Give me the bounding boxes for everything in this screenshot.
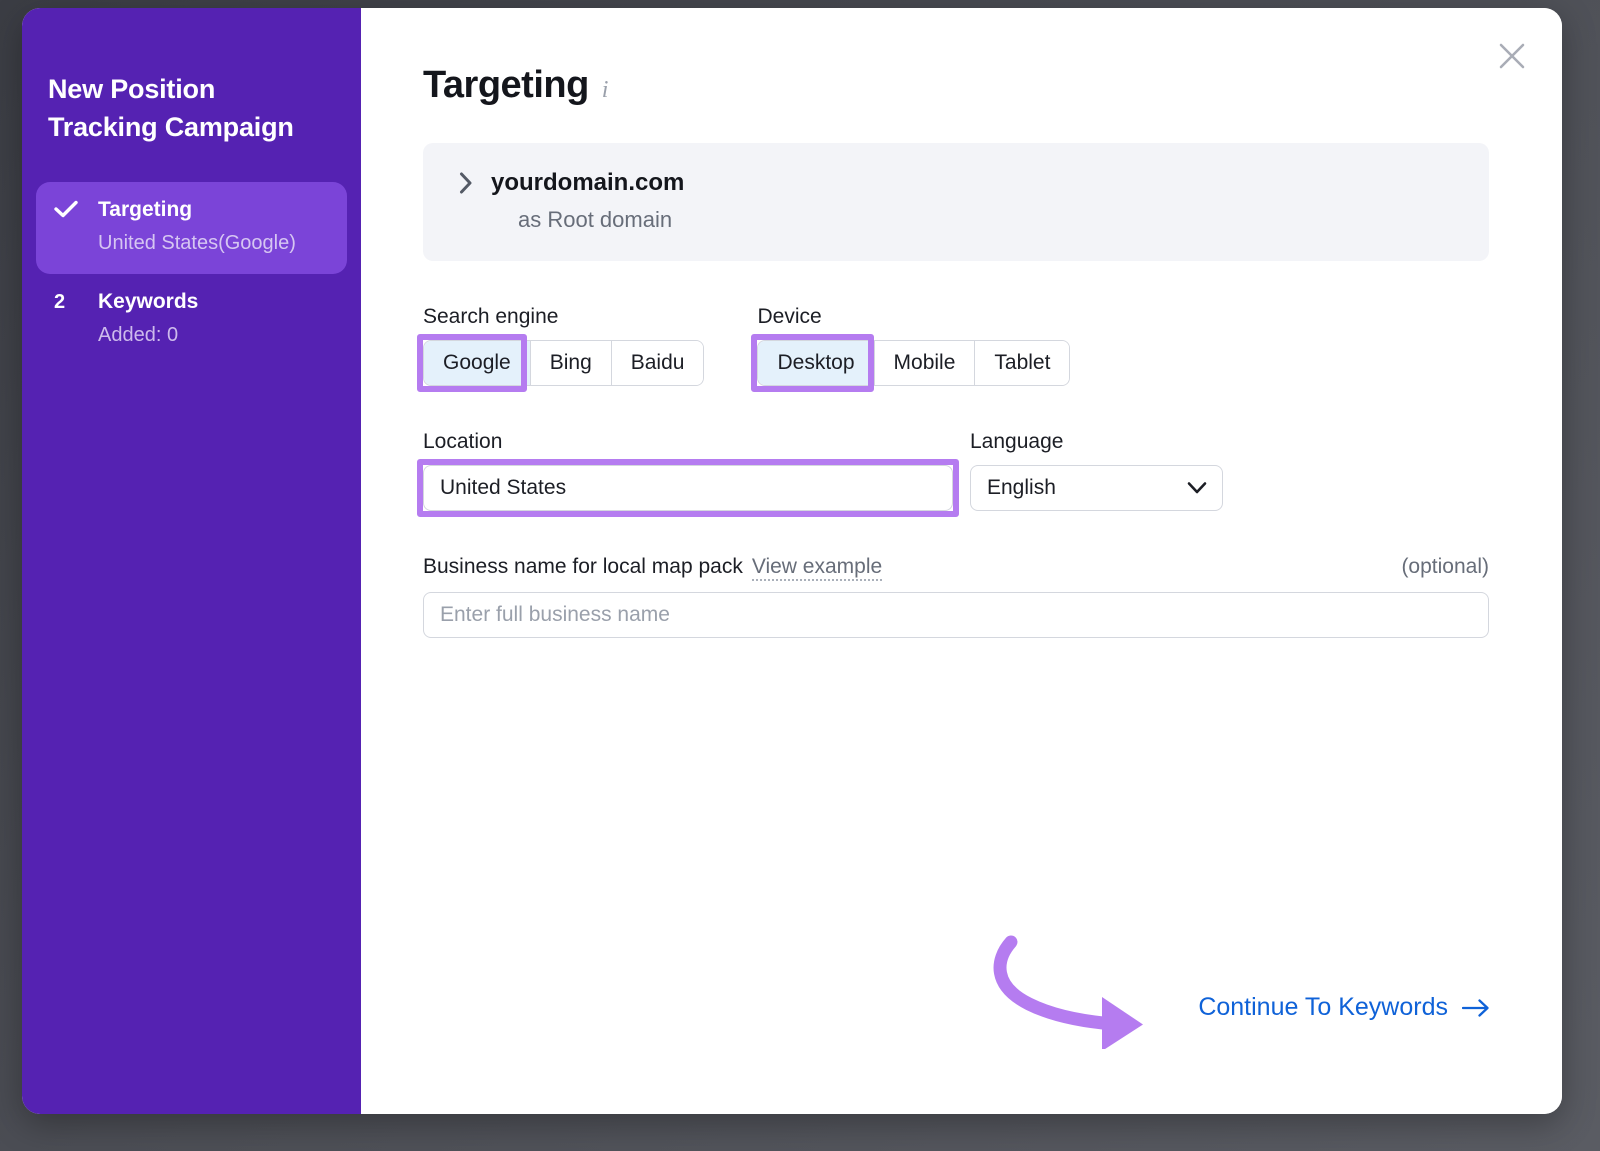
check-icon <box>54 200 78 218</box>
location-field: Location <box>423 430 953 511</box>
step-check-marker <box>52 196 98 218</box>
step-body: Targeting United States(Google) <box>98 196 331 258</box>
business-name-field: Business name for local map pack View ex… <box>423 555 1490 638</box>
campaign-modal: New Position Tracking Campaign Targeting… <box>22 8 1562 1114</box>
optional-tag: (optional) <box>1401 555 1489 579</box>
search-engine-option-baidu[interactable]: Baidu <box>612 341 704 385</box>
sidebar-item-subtitle: United States(Google) <box>98 228 331 258</box>
arrow-right-icon <box>1462 998 1490 1018</box>
domain-row: yourdomain.com <box>459 169 1489 197</box>
screenshot-root: New Position Tracking Campaign Targeting… <box>0 0 1600 1151</box>
location-input[interactable] <box>423 465 953 511</box>
device-group-wrap: Desktop Mobile Tablet <box>757 340 1070 386</box>
engine-device-row: Search engine Google Bing Baidu Device <box>423 305 1490 386</box>
location-language-row: Location Language English <box>423 430 1490 511</box>
location-input-wrap <box>423 465 953 511</box>
domain-card[interactable]: yourdomain.com as Root domain <box>423 143 1489 261</box>
device-label: Device <box>757 305 1070 329</box>
wizard-steps: Targeting United States(Google) 2 Keywor… <box>22 182 361 366</box>
language-select[interactable]: English <box>970 465 1223 511</box>
sidebar-item-label: Keywords <box>98 288 331 316</box>
close-button[interactable] <box>1490 34 1534 78</box>
device-option-desktop[interactable]: Desktop <box>758 341 874 385</box>
page-title: Targeting <box>423 64 589 107</box>
search-engine-segmented-control[interactable]: Google Bing Baidu <box>423 340 704 386</box>
view-example-link[interactable]: View example <box>752 555 882 581</box>
page-title-row: Targeting i <box>423 64 1490 107</box>
chevron-right-icon[interactable] <box>459 172 473 194</box>
search-engine-option-bing[interactable]: Bing <box>531 341 612 385</box>
device-segmented-control[interactable]: Desktop Mobile Tablet <box>757 340 1070 386</box>
wizard-sidebar: New Position Tracking Campaign Targeting… <box>22 8 361 1114</box>
search-engine-group-wrap: Google Bing Baidu <box>423 340 704 386</box>
language-select-wrap: English <box>970 465 1223 511</box>
sidebar-item-label: Targeting <box>98 196 331 224</box>
campaign-title: New Position Tracking Campaign <box>22 70 361 146</box>
device-option-mobile[interactable]: Mobile <box>875 341 976 385</box>
search-engine-option-google[interactable]: Google <box>424 341 531 385</box>
business-name-label: Business name for local map pack <box>423 555 743 579</box>
device-field: Device Desktop Mobile Tablet <box>757 305 1070 386</box>
search-engine-label: Search engine <box>423 305 704 329</box>
step-number-marker: 2 <box>52 288 98 316</box>
close-icon <box>1496 40 1528 72</box>
location-label: Location <box>423 430 953 454</box>
step-body: Keywords Added: 0 <box>98 288 331 350</box>
targeting-panel: Targeting i yourdomain.com as Root domai… <box>361 8 1562 1114</box>
continue-to-keywords-button[interactable]: Continue To Keywords <box>1198 993 1490 1022</box>
domain-name: yourdomain.com <box>491 169 684 197</box>
sidebar-item-keywords[interactable]: 2 Keywords Added: 0 <box>36 274 347 366</box>
sidebar-item-subtitle: Added: 0 <box>98 320 331 350</box>
continue-to-keywords-label: Continue To Keywords <box>1198 993 1448 1022</box>
language-label: Language <box>970 430 1223 454</box>
language-field: Language English <box>970 430 1223 511</box>
domain-scope: as Root domain <box>518 207 1489 233</box>
business-name-input[interactable] <box>423 592 1489 638</box>
business-name-label-row: Business name for local map pack View ex… <box>423 555 1489 581</box>
sidebar-item-targeting[interactable]: Targeting United States(Google) <box>36 182 347 274</box>
search-engine-field: Search engine Google Bing Baidu <box>423 305 704 386</box>
info-icon[interactable]: i <box>602 70 609 102</box>
device-option-tablet[interactable]: Tablet <box>975 341 1069 385</box>
language-select-value: English <box>987 476 1056 500</box>
